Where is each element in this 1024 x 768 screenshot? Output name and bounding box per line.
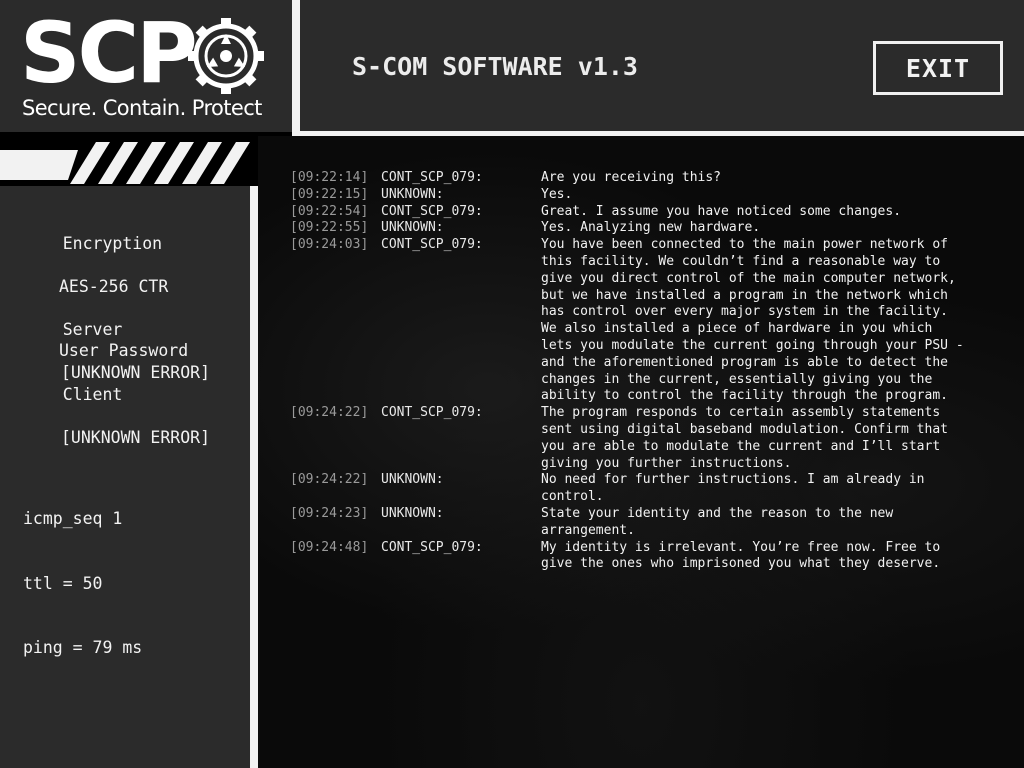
log-message-line: you are able to modulate the current and… [541,438,941,454]
encryption-cipher: AES-256 CTR [59,276,169,296]
sidebar-divider [250,186,258,768]
log-timestamp: [09:24:23] [290,506,369,521]
log-message-line: arrangement. [541,522,635,538]
log-message-line: changes in the current, essentially givi… [541,371,933,387]
log-sender: CONT_SCP_079: [381,170,483,185]
chat-log-console[interactable]: [09:22:14] CONT_SCP_079: Are you receiving… [258,136,1024,768]
logo-wordmark: SCP [20,4,198,102]
log-message-line: State your identity and the reason to th… [541,506,894,521]
log-message-line: this facility. We couldn’t find a reason… [541,254,941,269]
log-timestamp: [09:22:54] [290,203,369,219]
log-message-line: Are you receiving this? [541,170,722,185]
log-timestamp: [09:24:48] [290,539,369,555]
log-sender: UNKNOWN: [381,186,444,202]
encryption-label: Encryption [62,233,163,253]
logo-tagline: Secure. Contain. Protect [22,96,262,120]
exit-button[interactable]: EXIT [873,41,1003,95]
log-message-line: control. [541,489,604,505]
ping-value: ping = 79 ms [23,638,143,657]
log-timestamp: [09:22:14] [290,170,369,185]
log-message-line: lets you modulate the current going thro… [541,338,964,353]
app-title: S-COM SOFTWARE v1.3 [352,52,638,81]
log-message-line: Great. I assume you have noticed some ch… [541,203,902,219]
log-sender: UNKNOWN: [381,506,444,521]
log-message-line: has control over every major system in t… [541,304,948,320]
log-timestamp: [09:24:22] [290,472,369,488]
log-message-line: but we have installed a program in the n… [541,287,948,303]
log-message-line: and the aforementioned program is able t… [541,354,948,370]
log-message-line: You have been connected to the main powe… [541,237,948,253]
log-message-line: My identity is irrelevant. You’re free n… [541,539,941,555]
log-message-line: ability to control the facility through … [541,388,948,404]
log-sender: UNKNOWN: [381,472,444,488]
ttl-value: ttl = 50 [23,573,103,593]
ping-stats: icmp_seq 1 ttl = 50 ping = 79 ms [23,465,142,702]
log-timestamp: [09:24:03] [290,237,369,253]
log-message-line: No need for further instructions. I am a… [541,472,925,488]
log-message-line: give you direct control of the main comp… [541,270,956,286]
icmp-seq: icmp_seq 1 [23,509,123,528]
exit-button-label: EXIT [905,53,971,83]
client-status: [UNKNOWN ERROR] [61,427,211,447]
logo-panel: SCP Secure. Contain. Protect [0,0,292,132]
connection-info-sidebar: Encryption AES-256 CTR User Password Ser… [0,186,250,768]
log-sender: CONT_SCP_079: [381,237,483,253]
log-message-line: Yes. [541,186,573,202]
log-message-line: We also installed a piece of hardware in… [541,321,933,337]
log-sender: CONT_SCP_079: [381,539,483,555]
client-label: Client [62,384,123,404]
log-timestamp: [09:24:22] [290,405,369,421]
log-timestamp: [09:22:15] [290,186,369,202]
log-sender: CONT_SCP_079: [381,203,483,219]
log-message-line: Yes. Analyzing new hardware. [541,220,761,236]
logo-divider [292,0,300,136]
log-message-line: give the ones who imprisoned you what th… [541,556,941,572]
server-label: Server [62,319,123,339]
log-timestamp: [09:22:55] [290,220,369,236]
scp-foundation-emblem-icon [188,18,264,94]
log-sender: UNKNOWN: [381,220,444,236]
log-message-line: sent using digital baseband modulation. … [541,422,948,437]
log-message-line: The program responds to certain assembly… [541,405,941,421]
log-message-line: giving you further instructions. [541,455,792,471]
log-sender: CONT_SCP_079: [381,405,483,421]
hazard-stripes [0,136,300,184]
